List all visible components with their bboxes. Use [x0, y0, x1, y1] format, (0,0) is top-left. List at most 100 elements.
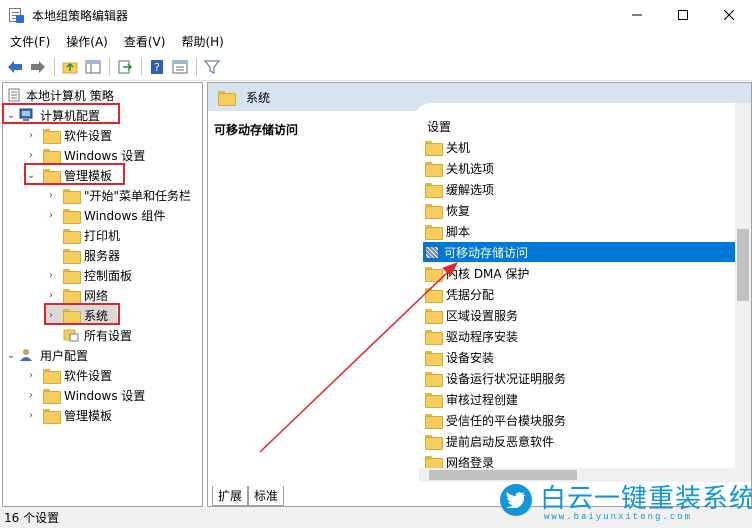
- forward-arrow-icon: [31, 60, 45, 73]
- maximize-button[interactable]: [660, 0, 706, 30]
- setting-label: 审核过程创建: [446, 392, 519, 407]
- help-button[interactable]: ?: [146, 56, 168, 78]
- tree-label: 软件设置: [64, 368, 113, 383]
- folder-icon: [43, 368, 61, 384]
- highlight-box-computer-config: [2, 103, 120, 124]
- minimize-button[interactable]: [614, 0, 660, 30]
- up-level-button[interactable]: [59, 56, 81, 78]
- folder-icon: [425, 392, 443, 408]
- tree-item-user-config[interactable]: ⌄ 用户配置: [5, 345, 88, 365]
- setting-row[interactable]: 可移动存储访问: [423, 242, 735, 262]
- highlight-box-system: [44, 303, 120, 325]
- folder-icon: [63, 228, 81, 244]
- tree-label: 软件设置: [64, 128, 113, 143]
- show-hide-tree-icon: [85, 60, 101, 73]
- menu-action[interactable]: 操作(A): [60, 33, 114, 50]
- tree-label: 控制面板: [84, 268, 133, 283]
- menu-bar: 文件(F) 操作(A) 查看(V) 帮助(H): [0, 30, 752, 52]
- setting-label: 区域设置服务: [446, 308, 519, 323]
- tree-root[interactable]: 本地计算机 策略: [7, 85, 114, 105]
- chevron-right-icon[interactable]: ›: [25, 405, 37, 425]
- tree-item-control-panel[interactable]: › 控制面板: [45, 265, 132, 285]
- setting-label: 设备运行状况证明服务: [446, 371, 567, 386]
- chevron-right-icon[interactable]: ›: [25, 125, 37, 145]
- setting-row[interactable]: 关机: [423, 137, 735, 157]
- setting-row[interactable]: 缓解选项: [423, 179, 735, 199]
- chevron-right-icon[interactable]: ›: [25, 145, 37, 165]
- folder-icon: [43, 148, 61, 164]
- minimize-icon: [632, 14, 642, 16]
- folder-icon: [63, 208, 81, 224]
- filter-icon: [204, 60, 220, 74]
- folder-icon: [425, 182, 443, 198]
- chevron-right-icon[interactable]: ›: [25, 385, 37, 405]
- chevron-right-icon[interactable]: ›: [45, 205, 57, 225]
- tree-item-printers[interactable]: 打印机: [45, 225, 120, 245]
- setting-row[interactable]: 关机选项: [423, 158, 735, 178]
- export-list-button[interactable]: [114, 56, 136, 78]
- setting-row[interactable]: 脚本: [423, 221, 735, 241]
- setting-row[interactable]: 设备运行状况证明服务: [423, 368, 735, 388]
- watermark-title: 白云一键重装系统: [540, 484, 752, 514]
- folder-icon: [425, 224, 443, 240]
- settings-column-header[interactable]: 设置: [427, 118, 451, 135]
- tree-label: Windows 组件: [84, 208, 166, 223]
- user-icon: [20, 349, 32, 361]
- svg-text:?: ?: [154, 61, 160, 74]
- tree-item-network[interactable]: › 网络: [45, 285, 108, 305]
- tree-item-all-settings[interactable]: 所有设置: [45, 325, 132, 345]
- setting-row[interactable]: 提前启动反恶意软件: [423, 431, 735, 451]
- setting-row[interactable]: 审核过程创建: [423, 389, 735, 409]
- setting-label: 关机选项: [446, 161, 495, 176]
- setting-row[interactable]: 受信任的平台模块服务: [423, 410, 735, 430]
- setting-row[interactable]: 内核 DMA 保护: [423, 263, 735, 283]
- tree-pane[interactable]: 本地计算机 策略 ⌄ 计算机配置 › 软件设置 › Windows 设置 ⌄ 管…: [2, 82, 203, 507]
- folder-icon: [425, 287, 443, 303]
- tree-item-user-software-settings[interactable]: › 软件设置: [25, 365, 112, 385]
- setting-row[interactable]: 驱动程序安装: [423, 326, 735, 346]
- chevron-right-icon[interactable]: ›: [45, 265, 57, 285]
- tab-standard[interactable]: 标准: [248, 486, 285, 506]
- setting-label: 内核 DMA 保护: [446, 266, 530, 281]
- tree-label: 所有设置: [84, 328, 133, 343]
- folder-icon: [425, 161, 443, 177]
- chevron-down-icon[interactable]: ⌄: [5, 345, 17, 365]
- tree-item-user-windows-settings[interactable]: › Windows 设置: [25, 385, 145, 405]
- vertical-scrollbar-thumb[interactable]: [737, 229, 749, 301]
- forward-button[interactable]: [27, 56, 49, 78]
- menu-file[interactable]: 文件(F): [4, 33, 56, 50]
- folder-icon: [63, 188, 81, 204]
- menu-view[interactable]: 查看(V): [118, 33, 172, 50]
- group-policy-app-icon: [8, 7, 24, 23]
- folder-icon: [425, 308, 443, 324]
- chevron-right-icon[interactable]: ›: [45, 285, 57, 305]
- settings-list[interactable]: 设置 关机关机选项缓解选项 恢复 脚本 可移动存储访问内核 DMA 保护凭据分配区域设…: [413, 103, 751, 471]
- filter-button[interactable]: [201, 56, 223, 78]
- show-hide-tree-button[interactable]: [82, 56, 104, 78]
- setting-row[interactable]: 恢复: [423, 200, 735, 220]
- properties-button[interactable]: [169, 56, 191, 78]
- setting-label: 受信任的平台模块服务: [446, 413, 567, 428]
- chevron-right-icon[interactable]: ›: [25, 365, 37, 385]
- tree-item-start-menu[interactable]: › "开始"菜单和任务栏: [45, 185, 191, 205]
- close-button[interactable]: [706, 0, 752, 30]
- menu-help[interactable]: 帮助(H): [175, 33, 229, 50]
- back-button[interactable]: [4, 56, 26, 78]
- tree-item-user-admin-templates[interactable]: › 管理模板: [25, 405, 112, 425]
- setting-row[interactable]: 区域设置服务: [423, 305, 735, 325]
- tree-label: 打印机: [84, 228, 121, 243]
- setting-row[interactable]: 设备安装: [423, 347, 735, 367]
- tree-item-server[interactable]: 服务器: [45, 245, 120, 265]
- setting-row[interactable]: 凭据分配: [423, 284, 735, 304]
- vertical-scrollbar[interactable]: [735, 103, 751, 468]
- watermark: 白云一键重装系统 www.baiyunxitong.com: [492, 476, 752, 528]
- toolbar: ?: [0, 53, 752, 81]
- folder-icon: [425, 203, 443, 219]
- folder-icon: [218, 90, 236, 106]
- tree-item-windows-settings[interactable]: › Windows 设置: [25, 145, 145, 165]
- tree-item-software-settings[interactable]: › 软件设置: [25, 125, 112, 145]
- chevron-right-icon[interactable]: ›: [45, 185, 57, 205]
- tree-label: 管理模板: [64, 408, 113, 423]
- tab-extended[interactable]: 扩展: [212, 486, 249, 506]
- tree-item-windows-components[interactable]: › Windows 组件: [45, 205, 165, 225]
